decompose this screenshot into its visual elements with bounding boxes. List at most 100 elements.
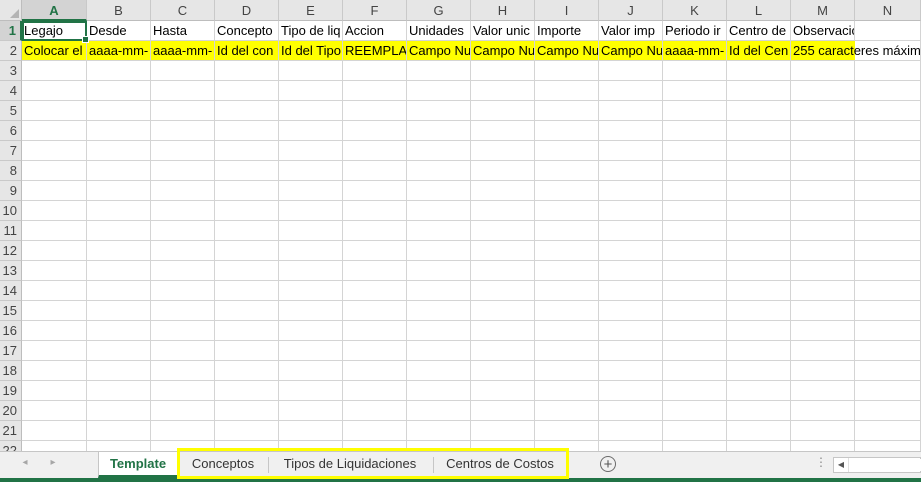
cell-b16[interactable] <box>87 321 151 341</box>
cell-i15[interactable] <box>535 301 599 321</box>
cell-c7[interactable] <box>151 141 215 161</box>
cell-m10[interactable] <box>791 201 855 221</box>
cell-l16[interactable] <box>727 321 791 341</box>
cell-b20[interactable] <box>87 401 151 421</box>
cell-f11[interactable] <box>343 221 407 241</box>
cell-j9[interactable] <box>599 181 663 201</box>
row-header-18[interactable]: 18 <box>0 361 22 381</box>
horizontal-scrollbar[interactable]: ◀ <box>833 457 921 473</box>
cell-l10[interactable] <box>727 201 791 221</box>
cell-b8[interactable] <box>87 161 151 181</box>
cell-f22[interactable] <box>343 441 407 451</box>
cell-m12[interactable] <box>791 241 855 261</box>
cell-c13[interactable] <box>151 261 215 281</box>
cell-e2[interactable]: Id del Tipo <box>279 41 343 61</box>
column-header-m[interactable]: M <box>791 0 855 21</box>
cell-j11[interactable] <box>599 221 663 241</box>
row-header-2[interactable]: 2 <box>0 41 22 61</box>
cell-m5[interactable] <box>791 101 855 121</box>
cell-d22[interactable] <box>215 441 279 451</box>
cell-n22[interactable] <box>855 441 921 451</box>
cell-a6[interactable] <box>22 121 87 141</box>
cell-i8[interactable] <box>535 161 599 181</box>
cell-d6[interactable] <box>215 121 279 141</box>
cell-f10[interactable] <box>343 201 407 221</box>
cell-k3[interactable] <box>663 61 727 81</box>
cell-k1[interactable]: Periodo ir <box>663 21 727 41</box>
cell-e9[interactable] <box>279 181 343 201</box>
column-header-j[interactable]: J <box>599 0 663 21</box>
cell-m21[interactable] <box>791 421 855 441</box>
cell-h19[interactable] <box>471 381 535 401</box>
cell-c5[interactable] <box>151 101 215 121</box>
cell-g18[interactable] <box>407 361 471 381</box>
cell-j19[interactable] <box>599 381 663 401</box>
cell-m16[interactable] <box>791 321 855 341</box>
cell-a7[interactable] <box>22 141 87 161</box>
cell-c10[interactable] <box>151 201 215 221</box>
cell-l9[interactable] <box>727 181 791 201</box>
column-header-g[interactable]: G <box>407 0 471 21</box>
cell-n11[interactable] <box>855 221 921 241</box>
cell-g17[interactable] <box>407 341 471 361</box>
cell-i9[interactable] <box>535 181 599 201</box>
cell-g13[interactable] <box>407 261 471 281</box>
cell-k5[interactable] <box>663 101 727 121</box>
cell-c8[interactable] <box>151 161 215 181</box>
cell-l7[interactable] <box>727 141 791 161</box>
cell-d9[interactable] <box>215 181 279 201</box>
cell-e19[interactable] <box>279 381 343 401</box>
cell-a22[interactable] <box>22 441 87 451</box>
cell-g8[interactable] <box>407 161 471 181</box>
cell-g14[interactable] <box>407 281 471 301</box>
cell-f16[interactable] <box>343 321 407 341</box>
column-header-d[interactable]: D <box>215 0 279 21</box>
cell-c17[interactable] <box>151 341 215 361</box>
cell-i22[interactable] <box>535 441 599 451</box>
cell-h16[interactable] <box>471 321 535 341</box>
cell-c11[interactable] <box>151 221 215 241</box>
cell-h12[interactable] <box>471 241 535 261</box>
cell-h2[interactable]: Campo Nu <box>471 41 535 61</box>
cell-a15[interactable] <box>22 301 87 321</box>
cell-e11[interactable] <box>279 221 343 241</box>
cell-h18[interactable] <box>471 361 535 381</box>
cell-h6[interactable] <box>471 121 535 141</box>
cell-k17[interactable] <box>663 341 727 361</box>
cell-l1[interactable]: Centro de <box>727 21 791 41</box>
cell-n19[interactable] <box>855 381 921 401</box>
row-header-22[interactable]: 22 <box>0 441 22 451</box>
cell-g2[interactable]: Campo Nu <box>407 41 471 61</box>
cell-k9[interactable] <box>663 181 727 201</box>
cell-d13[interactable] <box>215 261 279 281</box>
cell-b1[interactable]: Desde <box>87 21 151 41</box>
cell-f19[interactable] <box>343 381 407 401</box>
scroll-left-icon[interactable]: ◀ <box>834 458 849 472</box>
cell-a4[interactable] <box>22 81 87 101</box>
cell-i6[interactable] <box>535 121 599 141</box>
cell-j8[interactable] <box>599 161 663 181</box>
row-header-21[interactable]: 21 <box>0 421 22 441</box>
cell-g4[interactable] <box>407 81 471 101</box>
cell-i12[interactable] <box>535 241 599 261</box>
cell-j14[interactable] <box>599 281 663 301</box>
cell-d2[interactable]: Id del con <box>215 41 279 61</box>
cell-d11[interactable] <box>215 221 279 241</box>
cell-e15[interactable] <box>279 301 343 321</box>
cell-i20[interactable] <box>535 401 599 421</box>
cell-i7[interactable] <box>535 141 599 161</box>
cell-e8[interactable] <box>279 161 343 181</box>
cell-b19[interactable] <box>87 381 151 401</box>
cell-m9[interactable] <box>791 181 855 201</box>
cell-j16[interactable] <box>599 321 663 341</box>
cell-h1[interactable]: Valor unic <box>471 21 535 41</box>
cell-j20[interactable] <box>599 401 663 421</box>
cell-e10[interactable] <box>279 201 343 221</box>
cell-h7[interactable] <box>471 141 535 161</box>
cell-b17[interactable] <box>87 341 151 361</box>
cell-c15[interactable] <box>151 301 215 321</box>
cell-m13[interactable] <box>791 261 855 281</box>
cell-i21[interactable] <box>535 421 599 441</box>
cell-b15[interactable] <box>87 301 151 321</box>
row-header-20[interactable]: 20 <box>0 401 22 421</box>
